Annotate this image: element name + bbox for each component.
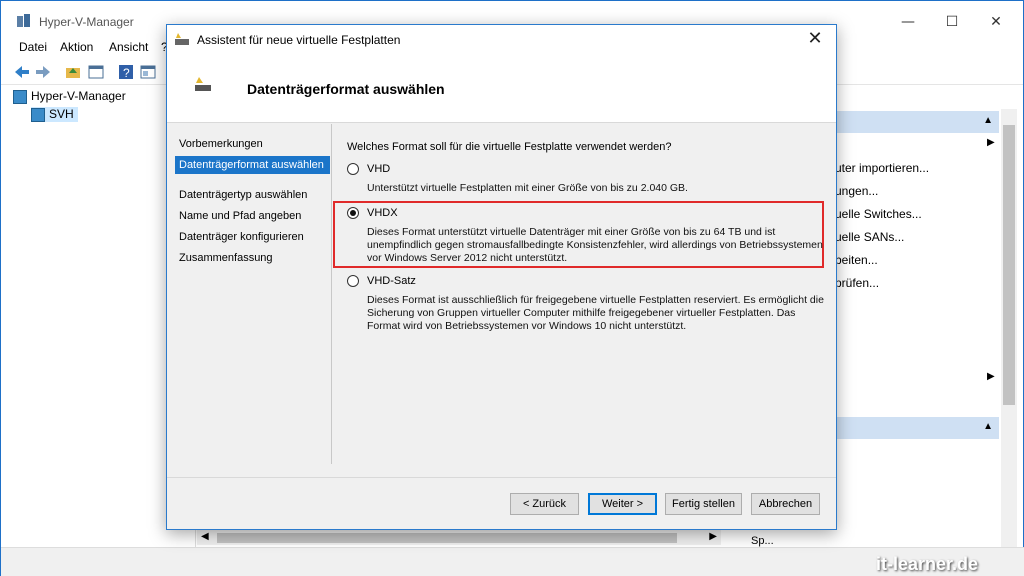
action-settings[interactable]: ungen...	[835, 184, 878, 198]
radio-vhd[interactable]	[347, 163, 359, 175]
menu-ansicht[interactable]: Ansicht	[109, 40, 148, 54]
option-desc-vhdx: Dieses Format unterstützt virtuelle Date…	[367, 226, 823, 264]
server-icon	[31, 107, 45, 122]
actions-scrollbar[interactable]	[1001, 109, 1017, 549]
tree-item-svh[interactable]: SVH	[31, 107, 78, 122]
option-label-vhd-set[interactable]: VHD-Satz	[367, 275, 416, 287]
disk-wizard-icon	[175, 33, 189, 45]
status-bar	[1, 547, 1024, 576]
actions-header-svh[interactable]: ▲	[821, 111, 999, 133]
submenu-arrow-icon-2: ▶	[987, 371, 995, 382]
scroll-right-icon[interactable]: ▶	[709, 531, 717, 542]
svg-text:?: ?	[123, 66, 130, 80]
forward-arrow-icon[interactable]	[34, 63, 52, 81]
folder-up-icon[interactable]	[64, 63, 82, 81]
step-configure-disk[interactable]: Datenträger konfigurieren	[179, 231, 329, 243]
help-icon[interactable]: ?	[117, 63, 135, 81]
actions-header-2[interactable]: ▲	[821, 417, 999, 439]
hscroll-thumb[interactable]	[217, 533, 677, 543]
close-window-button[interactable]: ✕	[973, 9, 1019, 35]
maximize-button[interactable]: ☐	[929, 9, 975, 35]
main-window-title: Hyper-V-Manager	[39, 15, 134, 29]
cancel-button[interactable]: Abbrechen	[751, 493, 820, 515]
dialog-title-bar: Assistent für neue virtuelle Festplatten…	[167, 25, 836, 53]
radio-vhd-set[interactable]	[347, 275, 359, 287]
disk-format-icon	[195, 77, 211, 91]
format-question: Welches Format soll für die virtuelle Fe…	[347, 141, 672, 153]
tree-label-root: Hyper-V-Manager	[31, 89, 126, 103]
collapse-up-icon-2: ▲	[983, 421, 993, 432]
submenu-arrow-icon: ▶	[987, 137, 995, 148]
tree-label-svh: SVH	[49, 107, 74, 121]
tree-item-hyperv-manager[interactable]: Hyper-V-Manager	[13, 89, 126, 104]
scroll-left-icon[interactable]: ◀	[201, 531, 209, 542]
hyperv-app-icon	[17, 14, 30, 27]
option-label-vhdx[interactable]: VHDX	[367, 207, 398, 219]
menu-datei[interactable]: Datei	[19, 40, 47, 54]
minimize-button[interactable]: —	[885, 9, 931, 35]
properties-icon[interactable]	[139, 63, 157, 81]
steps-divider	[331, 124, 332, 464]
step-name-location[interactable]: Name und Pfad angeben	[179, 210, 329, 222]
dialog-close-button[interactable]: ✕	[802, 28, 828, 50]
finish-button[interactable]: Fertig stellen	[665, 493, 742, 515]
menu-aktion[interactable]: Aktion	[60, 40, 93, 54]
dialog-title: Assistent für neue virtuelle Festplatten	[197, 33, 401, 47]
back-button[interactable]: < Zurück	[510, 493, 579, 515]
option-desc-vhd: Unterstützt virtuelle Festplatten mit ei…	[367, 182, 688, 194]
back-arrow-icon[interactable]	[13, 63, 31, 81]
horizontal-scrollbar[interactable]: ◀ ▶	[197, 529, 721, 545]
dialog-footer-divider	[167, 477, 836, 478]
action-virtual-switches[interactable]: uelle Switches...	[835, 207, 922, 221]
action-import-vm[interactable]: uter importieren...	[835, 161, 929, 175]
collapse-up-icon: ▲	[983, 115, 993, 126]
action-inspect-disk[interactable]: prüfen...	[835, 276, 879, 290]
new-virtual-disk-wizard: Assistent für neue virtuelle Festplatten…	[166, 24, 837, 530]
radio-vhdx[interactable]	[347, 207, 359, 219]
step-choose-format[interactable]: Datenträgerformat auswählen	[175, 156, 330, 174]
step-preliminaries[interactable]: Vorbemerkungen	[179, 138, 329, 150]
action-cut-off[interactable]: Sp...	[751, 535, 774, 547]
wizard-steps: Vorbemerkungen Datenträgerformat auswähl…	[167, 124, 331, 464]
watermark: it-learner.de	[876, 554, 979, 574]
scroll-thumb[interactable]	[1003, 125, 1015, 405]
server-group-icon	[13, 89, 27, 104]
step-summary[interactable]: Zusammenfassung	[179, 252, 329, 264]
dialog-header: Datenträgerformat auswählen	[167, 53, 836, 123]
page-title: Datenträgerformat auswählen	[247, 81, 445, 97]
action-virtual-sans[interactable]: uelle SANs...	[835, 230, 904, 244]
action-edit-disk[interactable]: beiten...	[835, 253, 878, 267]
option-label-vhd[interactable]: VHD	[367, 163, 390, 175]
step-choose-type[interactable]: Datenträgertyp auswählen	[179, 189, 329, 201]
option-desc-vhd-set: Dieses Format ist ausschließlich für fre…	[367, 294, 824, 332]
console-tree-icon[interactable]	[87, 63, 105, 81]
next-button[interactable]: Weiter >	[588, 493, 657, 515]
